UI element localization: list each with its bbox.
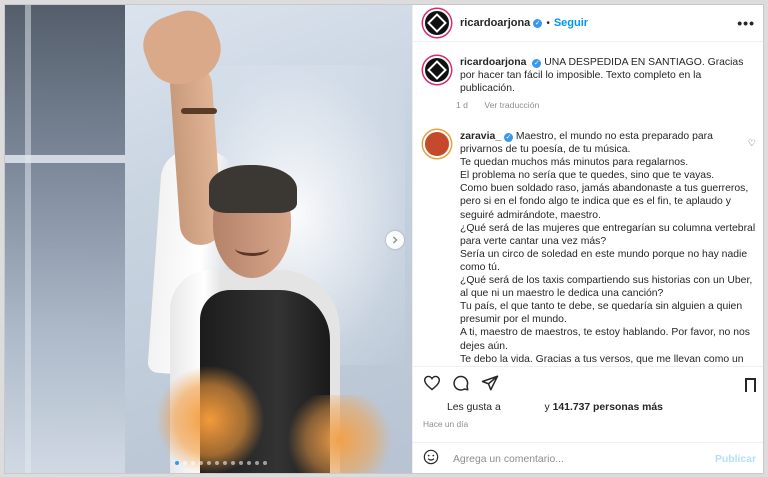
comment-like-icon[interactable]: ♡ bbox=[748, 138, 756, 149]
photo-smile bbox=[235, 241, 269, 256]
heart-icon[interactable] bbox=[423, 375, 441, 394]
photo-orange-blur bbox=[155, 365, 265, 473]
publish-button[interactable]: Publicar bbox=[715, 454, 756, 465]
carousel-dot bbox=[199, 461, 203, 465]
comment-line: al que ni un maestro le dedica una canci… bbox=[460, 288, 664, 300]
comment-icon[interactable] bbox=[452, 374, 470, 395]
comments-list[interactable]: ricardoarjona ✓ UNA DESPEDIDA EN SANTIAG… bbox=[413, 42, 763, 366]
chevron-right-icon bbox=[393, 236, 398, 244]
carousel-dot bbox=[215, 461, 219, 465]
commenter-avatar[interactable] bbox=[423, 130, 451, 158]
likes-summary[interactable]: Les gusta a y 141.737 personas más bbox=[447, 402, 663, 413]
header-separator: • bbox=[546, 17, 550, 29]
carousel-dot bbox=[175, 461, 179, 465]
commenter-username[interactable]: zaravia_ bbox=[460, 131, 501, 142]
post-header: ricardoarjona ✓ • Seguir ••• bbox=[413, 5, 763, 42]
carousel-dot bbox=[207, 461, 211, 465]
caption: ricardoarjona ✓ UNA DESPEDIDA EN SANTIAG… bbox=[423, 56, 756, 95]
verified-icon: ✓ bbox=[532, 59, 542, 68]
caption-logo-icon bbox=[427, 60, 447, 80]
comment-line: presumir por el mundo. bbox=[460, 314, 567, 326]
comment-line: A ti, maestro de maestros, te estoy habl… bbox=[460, 327, 750, 339]
author-avatar[interactable] bbox=[423, 9, 451, 37]
comment-line: Te debo la vida. Gracias a tus versos, q… bbox=[460, 353, 744, 365]
comment-line: como tú. bbox=[460, 261, 500, 273]
comment: zaravia_ ✓ Maestro, el mundo no esta prep… bbox=[423, 130, 756, 366]
comment-text: zaravia_ ✓ Maestro, el mundo no esta prep… bbox=[460, 130, 756, 366]
likes-and: y bbox=[544, 402, 550, 413]
photo-bracelet bbox=[181, 108, 217, 114]
carousel-dot bbox=[231, 461, 235, 465]
photo-orange-blur-2 bbox=[280, 395, 400, 473]
comment-line: Tu país, el que tanto te debe, se quedar… bbox=[460, 301, 743, 313]
comment-line: Como buen soldado raso, jamás abandonast… bbox=[460, 183, 749, 195]
more-icon[interactable]: ••• bbox=[737, 15, 755, 31]
comment-line: pero si en el fondo algo te indica que e… bbox=[460, 196, 731, 208]
bookmark-icon[interactable] bbox=[745, 377, 756, 397]
comment-line: Te quedan muchos más minutos para regala… bbox=[460, 157, 689, 169]
carousel-dot bbox=[183, 461, 187, 465]
author-username[interactable]: ricardoarjona bbox=[460, 17, 530, 29]
verified-icon: ✓ bbox=[504, 133, 514, 142]
carousel-dot bbox=[223, 461, 227, 465]
photo-hair bbox=[209, 165, 297, 213]
comment-line: ¿Qué será de las mujeres que entregarían… bbox=[460, 222, 756, 234]
see-translation-link[interactable]: Ver traducción bbox=[484, 100, 539, 110]
post-actions bbox=[413, 366, 763, 402]
carousel-dot bbox=[191, 461, 195, 465]
share-icon[interactable] bbox=[481, 374, 499, 395]
caption-age: 1 d bbox=[456, 100, 468, 110]
author-logo-icon bbox=[427, 13, 447, 33]
comment-line: El problema no sería que te quedes, sino… bbox=[460, 170, 715, 182]
caption-meta: 1 d Ver traducción bbox=[456, 100, 756, 110]
post-modal: ricardoarjona ✓ • Seguir ••• ricardoarjo… bbox=[4, 4, 764, 474]
post-timestamp: Hace un día bbox=[423, 419, 469, 429]
comment-first-line: zaravia_ ✓ Maestro, el mundo no esta prep… bbox=[460, 130, 750, 143]
comment-input[interactable] bbox=[451, 452, 685, 466]
caption-text: ricardoarjona ✓ UNA DESPEDIDA EN SANTIAG… bbox=[460, 56, 745, 95]
carousel-dot bbox=[263, 461, 267, 465]
comment-line: seguiré admirándote, maestro. bbox=[460, 209, 601, 221]
follow-button[interactable]: Seguir bbox=[554, 17, 588, 29]
carousel-next-button[interactable] bbox=[386, 231, 404, 249]
photo-hand bbox=[135, 5, 230, 94]
comment-line: Maestro, el mundo no esta preparado para bbox=[515, 131, 713, 142]
verified-icon: ✓ bbox=[533, 18, 543, 28]
post-photo[interactable] bbox=[5, 5, 412, 473]
comment-line: dejes aún. bbox=[460, 340, 508, 352]
comment-line: Sería un circo de soledad en este mundo … bbox=[460, 248, 748, 260]
add-comment-bar: Publicar bbox=[413, 442, 763, 473]
carousel-dot bbox=[247, 461, 251, 465]
emoji-icon[interactable] bbox=[423, 449, 439, 469]
comment-line: para verte cantar una vez más? bbox=[460, 235, 607, 247]
carousel-dot bbox=[255, 461, 259, 465]
post-sidebar: ricardoarjona ✓ • Seguir ••• ricardoarjo… bbox=[412, 5, 763, 473]
likes-count[interactable]: 141.737 personas más bbox=[553, 402, 663, 413]
carousel-indicator bbox=[175, 461, 267, 465]
caption-avatar[interactable] bbox=[423, 56, 451, 84]
carousel-dot bbox=[239, 461, 243, 465]
comment-line: ¿Qué será de los taxis compartiendo sus … bbox=[460, 275, 753, 287]
caption-username[interactable]: ricardoarjona bbox=[460, 57, 526, 68]
likes-prefix: Les gusta a bbox=[447, 402, 501, 413]
comment-line: privarnos de tu poesía, de tu música. bbox=[460, 144, 631, 156]
